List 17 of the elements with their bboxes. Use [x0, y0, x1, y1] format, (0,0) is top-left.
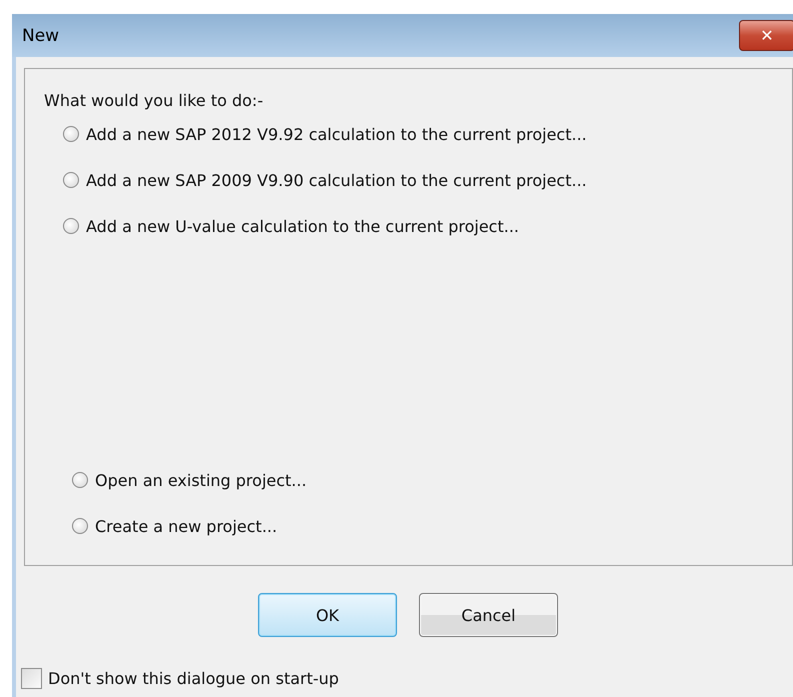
prompt-text: What would you like to do:- [44, 91, 264, 110]
option-label: Create a new project... [95, 516, 278, 536]
option-label: Add a new SAP 2009 V9.90 calculation to the current project... [86, 170, 587, 190]
close-button[interactable]: ✕ [739, 20, 793, 51]
radio-button[interactable] [63, 172, 79, 188]
checkbox[interactable] [21, 668, 42, 689]
radio-button[interactable] [63, 126, 79, 142]
option-label: Add a new SAP 2012 V9.92 calculation to the current project... [86, 124, 587, 144]
radio-button[interactable] [72, 518, 88, 534]
window-title: New [21, 26, 60, 46]
radio-button[interactable] [63, 218, 79, 234]
option-label: Open an existing project... [95, 470, 307, 490]
checkbox-label: Don't show this dialogue on start-up [48, 669, 339, 688]
option-label: Add a new U-value calculation to the current project... [86, 216, 520, 236]
radio-button[interactable] [72, 472, 88, 488]
ok-button[interactable]: OK [258, 593, 397, 637]
cancel-button[interactable]: Cancel [419, 593, 558, 637]
